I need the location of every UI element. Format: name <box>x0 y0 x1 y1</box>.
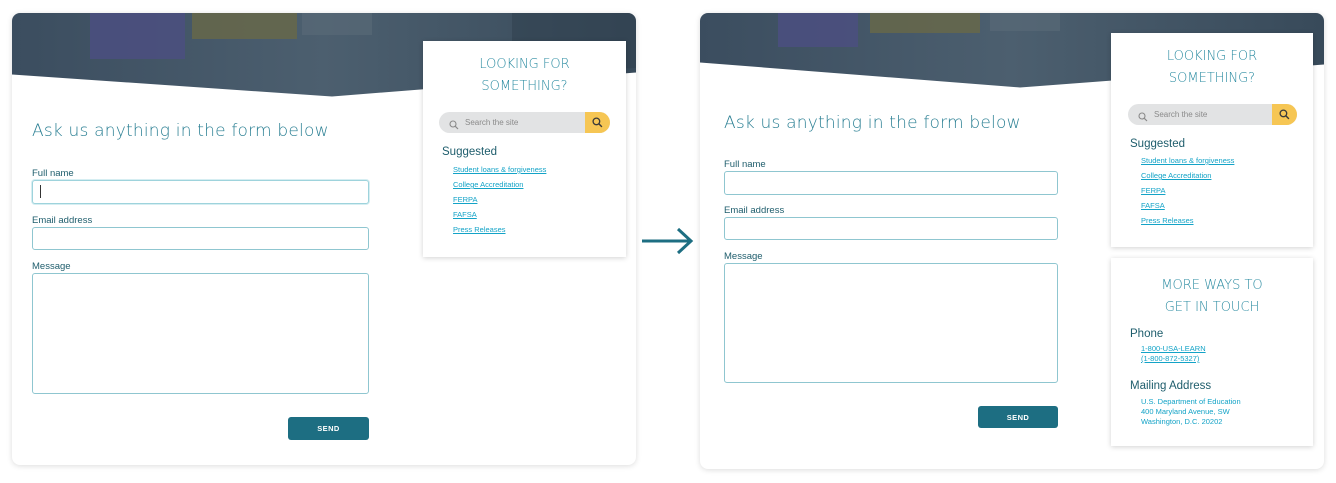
mailing-address-title: Mailing Address <box>1130 380 1212 392</box>
message-label: Message <box>724 251 763 262</box>
search-card-title-line2: SOMETHING? <box>481 79 568 94</box>
form-title: Ask us anything in the form below <box>32 121 329 141</box>
arrow-right-icon <box>642 227 694 255</box>
search-icon <box>1138 109 1148 127</box>
full-name-label: Full name <box>724 159 766 170</box>
before-panel: Ask us anything in the form below Full n… <box>12 13 636 465</box>
suggested-link[interactable]: Press Releases <box>453 225 506 234</box>
suggested-link[interactable]: Student loans & forgiveness <box>453 165 546 174</box>
search-card-title-line1: LOOKING FOR <box>1166 49 1258 64</box>
contact-card-title-line1: MORE WAYS TO <box>1161 278 1263 293</box>
full-name-input[interactable] <box>724 171 1058 195</box>
suggested-link[interactable]: Press Releases <box>1141 216 1194 225</box>
phone-title: Phone <box>1130 328 1164 340</box>
site-search-bar[interactable]: Search the site <box>1128 104 1297 125</box>
message-label: Message <box>32 261 71 272</box>
email-input[interactable] <box>724 217 1058 240</box>
search-card-title-line2: SOMETHING? <box>1168 71 1256 86</box>
message-textarea[interactable] <box>724 263 1058 383</box>
search-card: LOOKING FOR SOMETHING? Search the site S… <box>423 41 626 257</box>
search-icon <box>592 117 603 128</box>
suggested-title: Suggested <box>442 146 497 158</box>
suggested-link[interactable]: FERPA <box>453 195 477 204</box>
suggested-title: Suggested <box>1130 138 1185 150</box>
suggested-link[interactable]: College Accreditation <box>453 180 523 189</box>
address-line: 400 Maryland Avenue, SW <box>1141 407 1230 416</box>
search-icon <box>1279 109 1290 120</box>
search-card: LOOKING FOR SOMETHING? Search the site S… <box>1111 33 1313 247</box>
address-line: Washington, D.C. 20202 <box>1141 417 1223 426</box>
send-button[interactable]: SEND <box>978 406 1058 428</box>
email-input[interactable] <box>32 227 369 250</box>
address-line: U.S. Department of Education <box>1141 397 1241 406</box>
suggested-link[interactable]: FAFSA <box>1141 201 1165 210</box>
email-label: Email address <box>724 205 785 216</box>
email-label: Email address <box>32 215 93 226</box>
contact-card-title-line2: GET IN TOUCH <box>1164 300 1260 315</box>
search-placeholder[interactable]: Search the site <box>465 112 518 133</box>
site-search-bar[interactable]: Search the site <box>439 112 610 133</box>
suggested-link[interactable]: FERPA <box>1141 186 1165 195</box>
contact-card: MORE WAYS TO GET IN TOUCH Phone 1-800-US… <box>1111 258 1313 446</box>
suggested-link[interactable]: FAFSA <box>453 210 477 219</box>
search-submit-button[interactable] <box>585 112 610 133</box>
search-icon <box>449 117 459 135</box>
full-name-label: Full name <box>32 168 74 179</box>
search-submit-button[interactable] <box>1272 104 1297 125</box>
full-name-input[interactable] <box>32 180 369 204</box>
search-card-title-line1: LOOKING FOR <box>479 57 570 72</box>
after-panel: Ask us anything in the form below Full n… <box>700 13 1324 469</box>
phone-number-link[interactable]: (1-800-872-5327) <box>1141 354 1199 363</box>
form-title: Ask us anything in the form below <box>724 113 1021 133</box>
phone-link[interactable]: 1-800-USA-LEARN <box>1141 344 1206 353</box>
message-textarea[interactable] <box>32 273 369 394</box>
search-placeholder[interactable]: Search the site <box>1154 104 1207 125</box>
suggested-link[interactable]: Student loans & forgiveness <box>1141 156 1234 165</box>
text-caret <box>40 185 41 198</box>
suggested-link[interactable]: College Accreditation <box>1141 171 1211 180</box>
send-button[interactable]: SEND <box>288 417 369 440</box>
